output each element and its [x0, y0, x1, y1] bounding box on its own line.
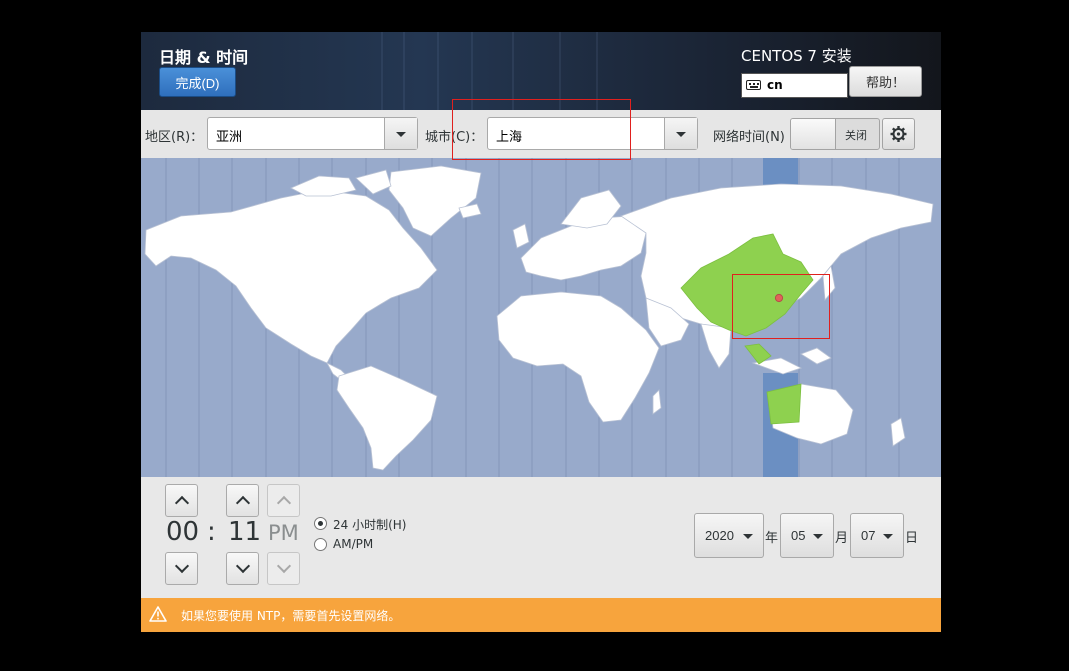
- chevron-down-icon: [276, 558, 292, 574]
- done-button[interactable]: 完成(D): [159, 67, 236, 97]
- chevron-down-icon: [235, 558, 251, 574]
- chevron-up-icon: [235, 495, 251, 511]
- hours-display: 00: [166, 517, 200, 547]
- minute-up-button[interactable]: [226, 484, 259, 517]
- city-value: 上海: [496, 130, 523, 145]
- format-24h-radio[interactable]: [314, 517, 327, 530]
- chevron-down-icon: [174, 558, 190, 574]
- day-dropdown[interactable]: 07: [850, 513, 904, 558]
- chevron-down-icon: [743, 533, 753, 539]
- keyboard-icon: [746, 80, 761, 90]
- gear-icon: [890, 126, 907, 142]
- city-combo[interactable]: 上海: [487, 117, 698, 150]
- year-dropdown[interactable]: 2020: [694, 513, 764, 558]
- year-value: 2020: [705, 528, 734, 543]
- time-date-panel: 00 : 11 PM 24 小时制(H) AM/PM 2020 年 05 月 0…: [141, 477, 941, 598]
- hour-up-button[interactable]: [165, 484, 198, 517]
- format-24h-label[interactable]: 24 小时制(H): [333, 516, 406, 533]
- ampm-up-button[interactable]: [267, 484, 300, 517]
- chevron-up-icon: [276, 495, 292, 511]
- selected-zone-band-top: [763, 158, 798, 188]
- keyboard-layout-label: cn: [767, 78, 783, 92]
- product-title: CENTOS 7 安装: [741, 47, 852, 65]
- day-value: 07: [861, 528, 876, 543]
- network-time-state: 关闭: [845, 129, 867, 142]
- minute-down-button[interactable]: [226, 552, 259, 585]
- ampm-down-button[interactable]: [267, 552, 300, 585]
- year-unit: 年: [765, 531, 779, 546]
- ampm-display: PM: [268, 521, 299, 545]
- page-title: 日期 & 时间: [159, 48, 249, 67]
- timezone-map[interactable]: [141, 158, 941, 477]
- minutes-display: 11: [228, 517, 262, 547]
- region-value: 亚洲: [216, 130, 243, 145]
- chevron-up-icon: [174, 495, 190, 511]
- day-unit: 日: [905, 531, 919, 546]
- month-unit: 月: [835, 531, 849, 546]
- chevron-down-icon: [396, 131, 406, 137]
- keyboard-layout-indicator[interactable]: cn: [741, 73, 848, 98]
- warning-bar: 如果您要使用 NTP，需要首先设置网络。: [141, 598, 941, 632]
- header-bar: 日期 & 时间 完成(D) CENTOS 7 安装 cn 帮助！: [141, 32, 941, 110]
- network-time-label: 网络时间(N): [713, 130, 785, 145]
- ntp-settings-button[interactable]: [882, 118, 915, 150]
- chevron-down-icon: [676, 131, 686, 137]
- month-dropdown[interactable]: 05: [780, 513, 834, 558]
- installer-window: 日期 & 时间 完成(D) CENTOS 7 安装 cn 帮助！ 地区(R)： …: [141, 32, 941, 632]
- month-value: 05: [791, 528, 806, 543]
- city-dropdown-button[interactable]: [664, 118, 697, 149]
- city-pin-icon[interactable]: [774, 293, 784, 303]
- warning-text: 如果您要使用 NTP，需要首先设置网络。: [181, 609, 401, 623]
- region-label: 地区(R)：: [145, 130, 204, 145]
- timezone-controls: 地区(R)： 亚洲 城市(C)： 上海 网络时间(N) 关闭: [141, 110, 941, 158]
- toggle-knob[interactable]: [791, 119, 836, 149]
- format-ampm-label[interactable]: AM/PM: [333, 537, 373, 551]
- network-time-toggle[interactable]: 关闭: [790, 118, 880, 150]
- chevron-down-icon: [883, 533, 893, 539]
- region-dropdown-button[interactable]: [384, 118, 417, 149]
- chevron-down-icon: [813, 533, 823, 539]
- time-separator: :: [207, 517, 216, 547]
- region-combo[interactable]: 亚洲: [207, 117, 418, 150]
- help-button[interactable]: 帮助！: [849, 66, 922, 97]
- hour-down-button[interactable]: [165, 552, 198, 585]
- warning-icon: [149, 606, 167, 622]
- format-ampm-radio[interactable]: [314, 538, 327, 551]
- city-label: 城市(C)：: [425, 130, 484, 145]
